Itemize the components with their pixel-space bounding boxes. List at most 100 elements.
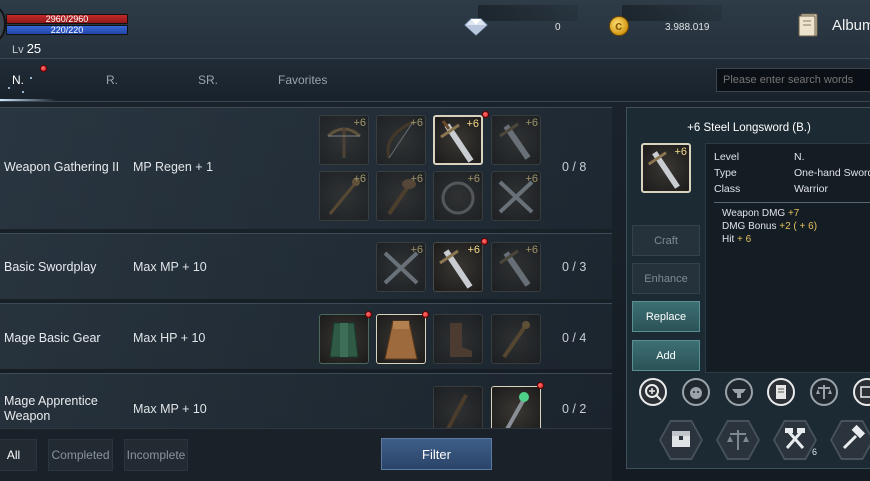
notification-dot (422, 311, 429, 318)
bonus-hit: Hit + 6 (722, 234, 752, 245)
collection-row-weapon-gathering[interactable]: Weapon Gathering II MP Regen + 1 0 / 8 +… (0, 107, 612, 229)
item-slot-longsword-selected[interactable]: +6 (433, 115, 483, 165)
gavel-icon[interactable] (830, 420, 870, 460)
collection-progress: 0 / 8 (562, 160, 587, 174)
staff-icon (502, 321, 530, 359)
avatar[interactable] (0, 7, 6, 41)
collection-row-mage-apprentice-weapon[interactable]: Mage Apprentice Weapon Max MP + 10 0 / 2 (0, 373, 612, 436)
notification-dot (481, 238, 488, 245)
item-detail-panel: +6 Steel Longsword (B.) +6 Level N. Type… (626, 107, 870, 469)
item-slot-dual-daggers[interactable]: +6 (491, 171, 541, 221)
active-tab-indicator (0, 99, 56, 101)
stat-level-value: N. (794, 151, 805, 163)
auction-icon[interactable] (853, 378, 870, 406)
monster-icon[interactable] (682, 378, 710, 406)
item-slot-cloak[interactable] (376, 314, 426, 364)
gold-amount: 3.988.019 (665, 22, 710, 33)
item-stats-box: Level N. Type One-hand Sword Class Warri… (705, 143, 870, 373)
hammer-count-badge: 6 (812, 447, 818, 457)
zoom-in-icon[interactable] (639, 378, 667, 406)
item-slot-staff[interactable] (491, 314, 541, 364)
item-slot-chakram[interactable]: +6 (433, 171, 483, 221)
item-slot-club[interactable]: +6 (376, 171, 426, 221)
item-plus: +6 (353, 117, 366, 129)
item-plus: +6 (410, 173, 423, 185)
stats-divider (714, 202, 870, 203)
gem-icon (464, 18, 488, 36)
notification-dot (537, 382, 544, 389)
filter-bar: All Completed Incomplete Filter (0, 428, 612, 481)
collection-row-basic-swordplay[interactable]: Basic Swordplay Max MP + 10 0 / 3 +6 +6 … (0, 233, 612, 299)
level-value: 25 (26, 41, 42, 56)
level-prefix: Lv (12, 44, 24, 56)
gem-amount: 0 (555, 22, 561, 33)
item-plus: +6 (525, 173, 538, 185)
scale-icon[interactable] (810, 378, 838, 406)
item-slot-boots[interactable] (433, 314, 483, 364)
replace-button[interactable]: Replace (632, 301, 700, 332)
item-slot-dual-daggers[interactable]: +6 (376, 242, 426, 292)
bonus-dmg-bonus: DMG Bonus +2 ( + 6) (722, 221, 818, 232)
item-plus: +6 (410, 117, 423, 129)
top-bar: 2960/2960 220/220 Lv 25 0 3.988.019 Albu… (0, 0, 870, 58)
item-slot-staff[interactable]: +6 (319, 171, 369, 221)
item-slot-crossbow[interactable]: +6 (319, 115, 369, 165)
collection-name: Basic Swordplay (4, 260, 97, 274)
item-slot-longsword[interactable]: +6 (433, 242, 483, 292)
tab-n[interactable]: N. (12, 73, 24, 87)
stat-level-label: Level (714, 151, 740, 163)
stat-class-label: Class (714, 183, 741, 195)
collection-progress: 0 / 2 (562, 402, 587, 416)
cloak-icon (384, 320, 418, 360)
scroll-icon[interactable] (767, 378, 795, 406)
item-plus: +6 (466, 118, 479, 130)
collection-name: Mage Apprentice Weapon (4, 394, 98, 423)
item-plus: +6 (525, 117, 538, 129)
collection-bonus: Max HP + 10 (133, 331, 206, 345)
item-plus: +6 (674, 146, 687, 158)
collection-row-mage-basic-gear[interactable]: Mage Basic Gear Max HP + 10 0 / 4 (0, 303, 612, 369)
item-plus: +6 (525, 244, 538, 256)
crossed-hammers-icon[interactable] (773, 420, 817, 460)
item-slot-bow[interactable]: +6 (376, 115, 426, 165)
treasure-chest-icon[interactable] (659, 420, 703, 460)
collection-progress: 0 / 3 (562, 260, 587, 274)
item-slot-sword[interactable]: +6 (491, 115, 541, 165)
item-plus: +6 (467, 244, 480, 256)
album-label[interactable]: Album (832, 17, 870, 34)
tab-favorites[interactable]: Favorites (278, 73, 327, 87)
filter-button[interactable]: Filter (381, 438, 492, 470)
item-plus: +6 (410, 244, 423, 256)
bonus-weapon-dmg: Weapon DMG +7 (722, 208, 800, 219)
hp-text: 2960/2960 (45, 14, 89, 24)
collection-name: Mage Basic Gear (4, 331, 101, 345)
collection-bonus: MP Regen + 1 (133, 160, 214, 174)
collection-name: Weapon Gathering II (4, 160, 120, 174)
filter-all-button[interactable]: All (0, 439, 37, 471)
robe-icon (329, 322, 359, 358)
enhance-button[interactable]: Enhance (632, 263, 700, 294)
filter-incomplete-button[interactable]: Incomplete (124, 439, 188, 471)
craft-button[interactable]: Craft (632, 225, 700, 256)
balance-scale-icon[interactable] (716, 420, 760, 460)
add-button[interactable]: Add (632, 340, 700, 371)
notification-dot (40, 65, 47, 72)
collection-progress: 0 / 4 (562, 331, 587, 345)
mp-bar: 220/220 (6, 25, 128, 35)
item-slot-robe[interactable] (319, 314, 369, 364)
album-book-icon[interactable] (798, 12, 820, 38)
filter-completed-button[interactable]: Completed (48, 439, 113, 471)
notification-dot (365, 311, 372, 318)
item-plus: +6 (467, 173, 480, 185)
item-preview: +6 (641, 143, 691, 193)
tab-sr[interactable]: SR. (198, 73, 218, 87)
search-input[interactable] (716, 68, 870, 92)
level-display: Lv 25 (12, 41, 41, 56)
anvil-icon[interactable] (725, 378, 753, 406)
gold-coin-icon (609, 16, 629, 36)
item-plus: +6 (353, 173, 366, 185)
item-slot-sword[interactable]: +6 (491, 242, 541, 292)
tab-r[interactable]: R. (106, 73, 118, 87)
notification-dot (482, 111, 489, 118)
stat-type-label: Type (714, 167, 737, 179)
